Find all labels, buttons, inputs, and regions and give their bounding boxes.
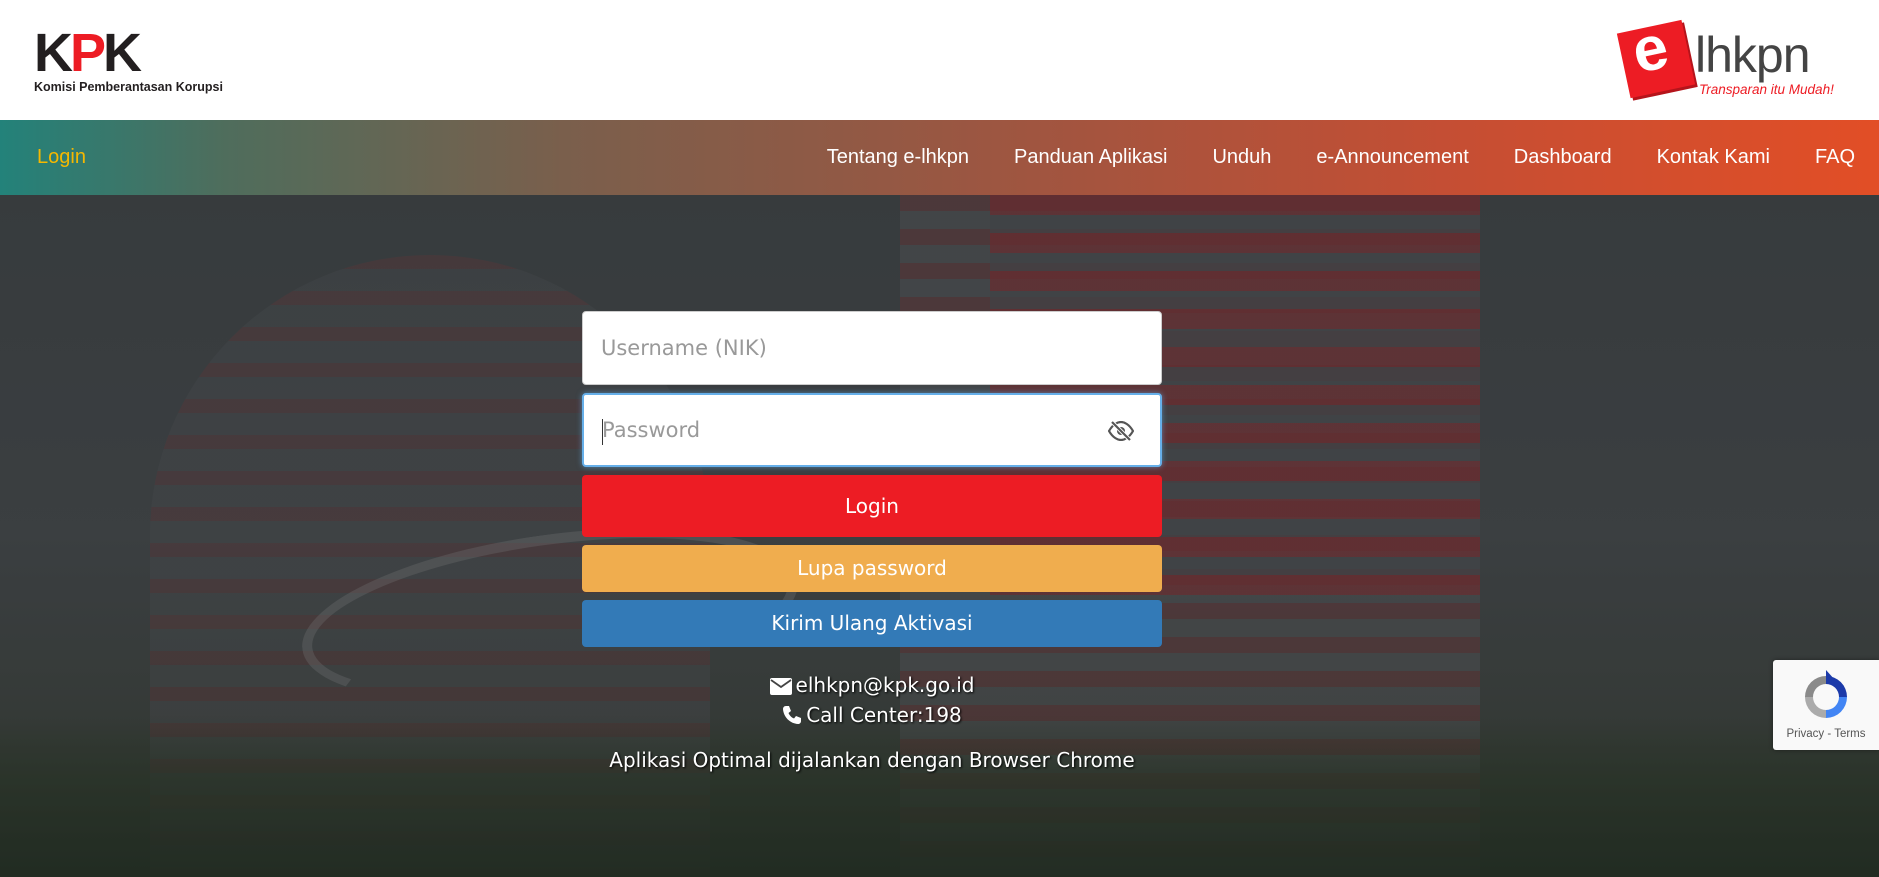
browser-recommendation-note: Aplikasi Optimal dijalankan dengan Brows…	[609, 748, 1135, 772]
nav-item-faq[interactable]: FAQ	[1792, 120, 1855, 195]
recaptcha-links: Privacy - Terms	[1773, 728, 1879, 740]
envelope-icon	[769, 678, 792, 695]
nav-item-kontak-kami[interactable]: Kontak Kami	[1634, 120, 1792, 195]
nav-item-unduh[interactable]: Unduh	[1190, 120, 1294, 195]
login-form: Login Lupa password Kirim Ulang Aktivasi	[582, 311, 1162, 647]
nav-item-e-announcement[interactable]: e-Announcement	[1294, 120, 1491, 195]
kpk-logo[interactable]: KPK Komisi Pemberantasan Korupsi	[34, 26, 254, 98]
phone-icon	[783, 706, 802, 724]
username-input[interactable]	[583, 312, 1161, 384]
recaptcha-privacy-link[interactable]: Privacy	[1786, 728, 1824, 740]
nav-brand-login[interactable]: Login	[37, 120, 86, 195]
elhkpn-logo-text: lhkpn	[1695, 27, 1811, 83]
contact-email[interactable]: elhkpn@kpk.go.id	[796, 673, 975, 697]
nav-item-tentang[interactable]: Tentang e-lhkpn	[804, 120, 991, 195]
top-header: KPK Komisi Pemberantasan Korupsi e lhkpn…	[0, 0, 1879, 120]
password-field-wrapper	[582, 393, 1162, 467]
recaptcha-separator: -	[1824, 728, 1835, 740]
password-input[interactable]	[584, 395, 1160, 465]
recaptcha-badge[interactable]: Privacy - Terms	[1773, 660, 1879, 750]
login-button[interactable]: Login	[582, 475, 1162, 537]
nav-item-dashboard[interactable]: Dashboard	[1491, 120, 1634, 195]
username-field-wrapper	[582, 311, 1162, 385]
main-navbar: Login Tentang e-lhkpn Panduan Aplikasi U…	[0, 120, 1879, 195]
forgot-password-button[interactable]: Lupa password	[582, 545, 1162, 592]
nav-menu: Tentang e-lhkpn Panduan Aplikasi Unduh e…	[804, 120, 1855, 195]
elhkpn-logo[interactable]: e lhkpn Transparan itu Mudah!	[1616, 12, 1853, 102]
nav-item-panduan-aplikasi[interactable]: Panduan Aplikasi	[992, 120, 1190, 195]
kpk-logo-wordmark: KPK	[34, 26, 254, 80]
text-caret	[602, 419, 603, 445]
contact-info: elhkpn@kpk.go.id Call Center:198	[582, 670, 1162, 730]
eye-slash-icon[interactable]	[1108, 421, 1134, 441]
contact-email-line: elhkpn@kpk.go.id	[582, 670, 1162, 700]
resend-activation-button[interactable]: Kirim Ulang Aktivasi	[582, 600, 1162, 647]
contact-phone-line: Call Center:198	[582, 700, 1162, 730]
kpk-logo-text: KPK	[34, 23, 142, 83]
recaptcha-terms-link[interactable]: Terms	[1834, 728, 1865, 740]
recaptcha-logo-icon	[1805, 670, 1847, 718]
elhkpn-tagline: Transparan itu Mudah!	[1699, 82, 1834, 97]
contact-call-center: Call Center:198	[806, 703, 962, 727]
